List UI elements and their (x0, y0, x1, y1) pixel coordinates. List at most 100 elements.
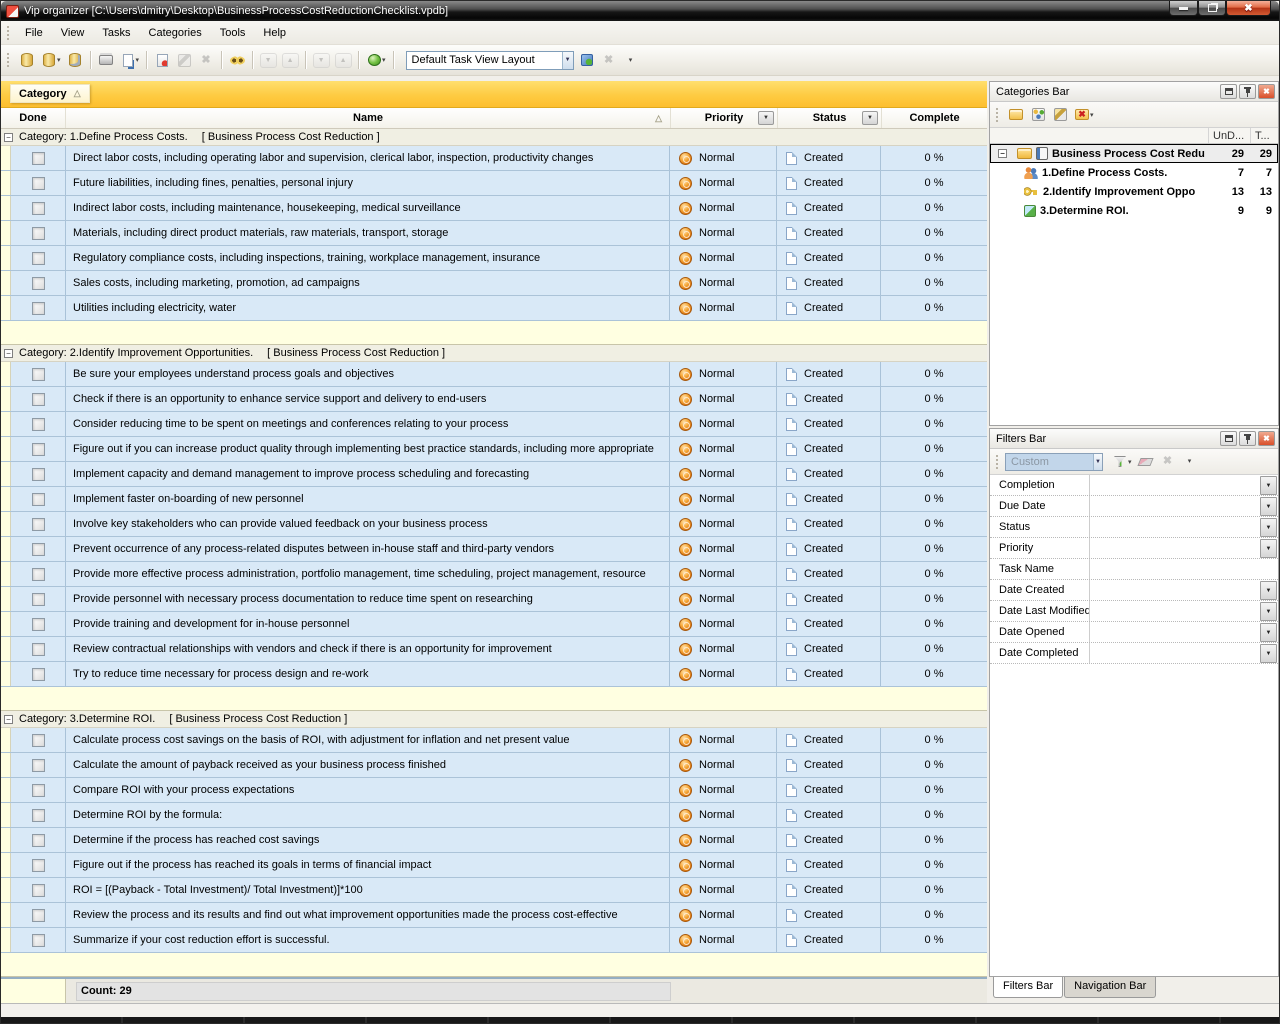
categories-pin-button[interactable] (1239, 84, 1256, 99)
done-checkbox[interactable] (32, 177, 45, 190)
tab-filters-bar[interactable]: Filters Bar (993, 977, 1063, 998)
edit-task-button[interactable] (173, 50, 195, 71)
done-checkbox[interactable] (32, 152, 45, 165)
task-name[interactable]: Compare ROI with your process expectatio… (66, 778, 670, 802)
move-to-bottom-button[interactable]: ▼ (310, 50, 332, 71)
column-header-priority[interactable]: Priority▼ (671, 108, 778, 128)
task-row[interactable]: Provide training and development for in-… (1, 612, 987, 637)
done-checkbox[interactable] (32, 909, 45, 922)
task-row[interactable]: Provide more effective process administr… (1, 562, 987, 587)
done-checkbox[interactable] (32, 934, 45, 947)
print-preview-caret[interactable]: ▾ (136, 56, 143, 64)
done-checkbox[interactable] (32, 518, 45, 531)
windows-taskbar[interactable] (1, 1017, 1279, 1023)
highlight-filter-caret[interactable]: ▾ (382, 56, 389, 64)
task-row[interactable]: Direct labor costs, including operating … (1, 146, 987, 171)
move-up-button[interactable]: ▲ (279, 50, 301, 71)
task-name[interactable]: Regulatory compliance costs, including i… (66, 246, 670, 270)
task-row[interactable]: Compare ROI with your process expectatio… (1, 778, 987, 803)
task-row[interactable]: Prevent occurrence of any process-relate… (1, 537, 987, 562)
done-checkbox[interactable] (32, 252, 45, 265)
task-name[interactable]: Consider reducing time to be spent on me… (66, 412, 670, 436)
done-checkbox[interactable] (32, 443, 45, 456)
done-checkbox[interactable] (32, 393, 45, 406)
done-checkbox[interactable] (32, 734, 45, 747)
task-row[interactable]: ROI = [(Payback - Total Investment)/ Tot… (1, 878, 987, 903)
filters-options-button[interactable]: ▾ (1179, 451, 1201, 472)
edit-category-button[interactable] (1049, 104, 1071, 125)
task-row[interactable]: Materials, including direct product mate… (1, 221, 987, 246)
done-checkbox[interactable] (32, 859, 45, 872)
filter-value-area[interactable] (1090, 496, 1260, 516)
task-name[interactable]: Determine if the process has reached cos… (66, 828, 670, 852)
task-name[interactable]: ROI = [(Payback - Total Investment)/ Tot… (66, 878, 670, 902)
filter-dropdown-button[interactable]: ▼ (1260, 644, 1277, 663)
filters-restore-button[interactable] (1220, 431, 1237, 446)
done-checkbox[interactable] (32, 227, 45, 240)
category-group-header[interactable]: − Category: 3.Determine ROI. [ Business … (1, 711, 987, 728)
add-filter-caret[interactable]: ▾ (1128, 458, 1135, 466)
task-row[interactable]: Review the process and its results and f… (1, 903, 987, 928)
done-checkbox[interactable] (32, 668, 45, 681)
task-row[interactable]: Utilities including electricity, water N… (1, 296, 987, 321)
done-checkbox[interactable] (32, 784, 45, 797)
filter-dropdown-button[interactable]: ▼ (1260, 539, 1277, 558)
task-name[interactable]: Figure out if you can increase product q… (66, 437, 670, 461)
task-name[interactable]: Be sure your employees understand proces… (66, 362, 670, 386)
task-row[interactable]: Figure out if the process has reached it… (1, 853, 987, 878)
chevron-down-icon[interactable]: ▼ (562, 52, 573, 69)
filters-close-button[interactable]: ✖ (1258, 431, 1275, 446)
delete-task-button[interactable]: ✖ (195, 50, 217, 71)
column-header-undone[interactable]: UnD... (1208, 128, 1250, 143)
close-button[interactable]: ✖ (1226, 1, 1271, 16)
delete-layout-button[interactable]: ✖ (598, 50, 620, 71)
move-to-top-button[interactable]: ▲ (332, 50, 354, 71)
collapse-icon[interactable]: − (4, 349, 13, 358)
column-header-complete[interactable]: Complete (882, 108, 987, 128)
task-name[interactable]: Involve key stakeholders who can provide… (66, 512, 670, 536)
categories-restore-button[interactable] (1220, 84, 1237, 99)
filter-dropdown-button[interactable]: ▼ (1260, 518, 1277, 537)
task-name[interactable]: Materials, including direct product mate… (66, 221, 670, 245)
task-row[interactable]: Summarize if your cost reduction effort … (1, 928, 987, 953)
category-tree-item[interactable]: 2.Identify Improvement Oppo 13 13 (990, 182, 1278, 201)
task-row[interactable]: Implement capacity and demand management… (1, 462, 987, 487)
new-category-button[interactable] (1005, 104, 1027, 125)
task-row[interactable]: Involve key stakeholders who can provide… (1, 512, 987, 537)
done-checkbox[interactable] (32, 368, 45, 381)
task-row[interactable]: Try to reduce time necessary for process… (1, 662, 987, 687)
filter-value-area[interactable] (1090, 475, 1260, 495)
collapse-icon[interactable]: − (4, 133, 13, 142)
column-header-status[interactable]: Status▼ (778, 108, 882, 128)
filters-pin-button[interactable] (1239, 431, 1256, 446)
task-name[interactable]: Provide more effective process administr… (66, 562, 670, 586)
filter-value-area[interactable] (1090, 580, 1260, 600)
menu-help[interactable]: Help (254, 23, 295, 43)
done-checkbox[interactable] (32, 418, 45, 431)
task-row[interactable]: Figure out if you can increase product q… (1, 437, 987, 462)
task-name[interactable]: Calculate the amount of payback received… (66, 753, 670, 777)
open-database-caret[interactable]: ▾ (57, 56, 64, 64)
new-database-button[interactable] (16, 50, 38, 71)
done-checkbox[interactable] (32, 202, 45, 215)
task-name[interactable]: Prevent occurrence of any process-relate… (66, 537, 670, 561)
task-row[interactable]: Be sure your employees understand proces… (1, 362, 987, 387)
minimize-button[interactable] (1169, 1, 1198, 16)
task-row[interactable]: Consider reducing time to be spent on me… (1, 412, 987, 437)
task-row[interactable]: Calculate process cost savings on the ba… (1, 728, 987, 753)
task-name[interactable]: Provide personnel with necessary process… (66, 587, 670, 611)
task-row[interactable]: Sales costs, including marketing, promot… (1, 271, 987, 296)
categories-close-button[interactable]: ✖ (1258, 84, 1275, 99)
category-tree-item[interactable]: 1.Define Process Costs. 7 7 (990, 163, 1278, 182)
filter-dropdown-button[interactable]: ▼ (1260, 623, 1277, 642)
category-tree-item[interactable]: − Business Process Cost Redu 29 29 (990, 144, 1278, 163)
task-name[interactable]: Check if there is an opportunity to enha… (66, 387, 670, 411)
print-button[interactable] (95, 50, 117, 71)
done-checkbox[interactable] (32, 568, 45, 581)
menu-categories[interactable]: Categories (140, 23, 211, 43)
chevron-down-icon[interactable]: ▼ (1093, 454, 1102, 470)
filter-value-area[interactable] (1090, 643, 1260, 663)
group-by-category-button[interactable]: Category △ (10, 84, 90, 103)
task-name[interactable]: Utilities including electricity, water (66, 296, 670, 320)
task-row[interactable]: Review contractual relationships with ve… (1, 637, 987, 662)
